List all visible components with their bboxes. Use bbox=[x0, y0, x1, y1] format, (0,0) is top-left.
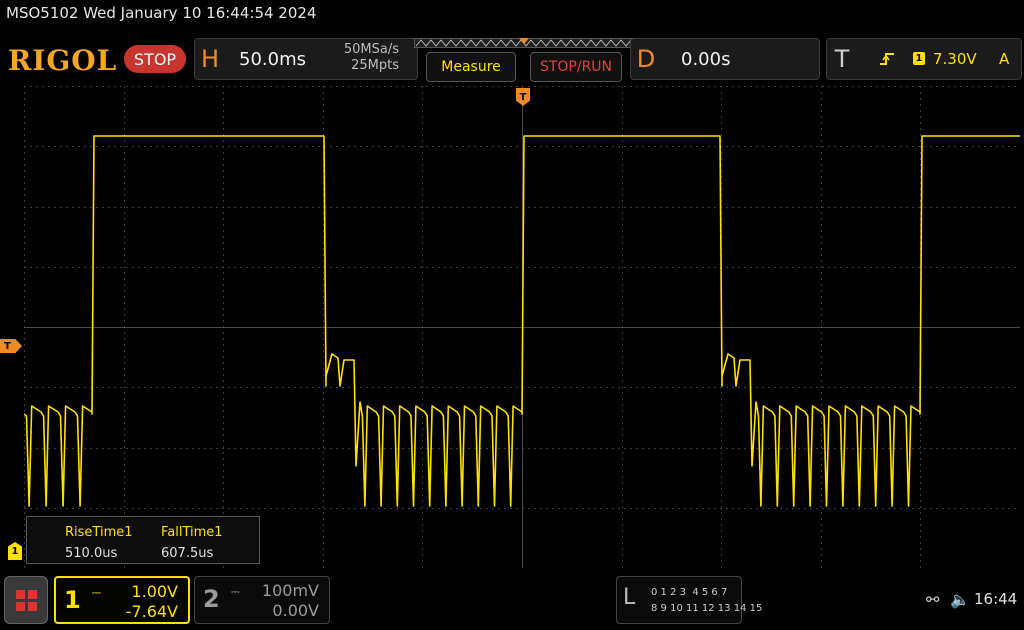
timebase-value: 50.0ms bbox=[239, 49, 306, 70]
dc-coupling-icon: ⎓ bbox=[231, 585, 241, 598]
channel1-panel[interactable]: 1 ⎓ 1.00V -7.64V bbox=[54, 576, 190, 624]
run-state-badge[interactable]: STOP bbox=[124, 45, 186, 73]
measurement-value: 607.5us bbox=[161, 546, 214, 561]
rising-edge-icon bbox=[880, 53, 894, 65]
measurement-panel[interactable]: RiseTime1 FallTime1 510.0us 607.5us bbox=[26, 516, 260, 564]
channel1-ground-marker[interactable]: 1 bbox=[8, 542, 22, 560]
delay-panel[interactable]: D 0.00s bbox=[630, 38, 820, 80]
trigger-mode: A bbox=[999, 50, 1010, 68]
trigger-panel[interactable]: T 1 7.30V A bbox=[826, 38, 1022, 80]
usb-icon: ⚯ bbox=[926, 590, 940, 609]
brand-logo: RIGOL bbox=[8, 44, 118, 77]
trigger-level: 7.30V bbox=[933, 50, 977, 68]
channel2-offset: 0.00V bbox=[272, 601, 319, 620]
clock: 16:44 bbox=[974, 590, 1018, 608]
digital-channels-row2: 8 9 10 11 12 13 14 15 bbox=[651, 603, 763, 614]
sample-rate: 50MSa/s bbox=[343, 42, 399, 57]
memory-overview-strip[interactable] bbox=[414, 38, 634, 48]
horizontal-panel[interactable]: H 50.0ms 50MSa/s 25Mpts bbox=[194, 38, 418, 80]
horizontal-letter: H bbox=[200, 45, 220, 73]
trigger-level-marker[interactable]: T bbox=[0, 339, 22, 353]
measurement-label: FallTime1 bbox=[161, 525, 223, 540]
channel2-scale: 100mV bbox=[261, 581, 319, 600]
channel1-offset: -7.64V bbox=[125, 602, 178, 621]
waveform-display[interactable] bbox=[24, 86, 1020, 568]
digital-channels-row1: 0 1 2 3 4 5 6 7 bbox=[651, 587, 728, 598]
measurement-value: 510.0us bbox=[65, 546, 118, 561]
delay-value: 0.00s bbox=[681, 49, 731, 70]
logic-analyzer-panel[interactable]: L 0 1 2 3 4 5 6 7 8 9 10 11 12 13 14 15 bbox=[616, 576, 762, 624]
measure-button[interactable]: Measure bbox=[426, 52, 516, 82]
channel2-panel[interactable]: 2 ⎓ 100mV 0.00V bbox=[194, 576, 330, 624]
memory-depth: 25Mpts bbox=[351, 58, 399, 73]
dc-coupling-icon: ⎓ bbox=[92, 586, 102, 599]
channel2-number: 2 bbox=[203, 585, 220, 613]
status-bar: MSO5102 Wed January 10 16:44:54 2024 bbox=[6, 4, 317, 22]
speaker-muted-icon[interactable]: 🔈 bbox=[950, 590, 970, 609]
delay-letter: D bbox=[636, 45, 656, 73]
stop-run-button[interactable]: STOP/RUN bbox=[530, 52, 622, 82]
channel1-number: 1 bbox=[64, 586, 81, 614]
trigger-source: 1 bbox=[913, 52, 925, 65]
measurement-label: RiseTime1 bbox=[65, 525, 133, 540]
grid-menu-icon bbox=[16, 590, 37, 611]
logic-analyzer-letter: L bbox=[623, 585, 636, 610]
channel1-scale: 1.00V bbox=[131, 582, 178, 601]
main-menu-button[interactable] bbox=[4, 576, 48, 624]
bottom-bar: 1 ⎓ 1.00V -7.64V 2 ⎓ 100mV 0.00V L 0 1 2… bbox=[0, 572, 1024, 630]
trigger-letter: T bbox=[834, 45, 850, 73]
